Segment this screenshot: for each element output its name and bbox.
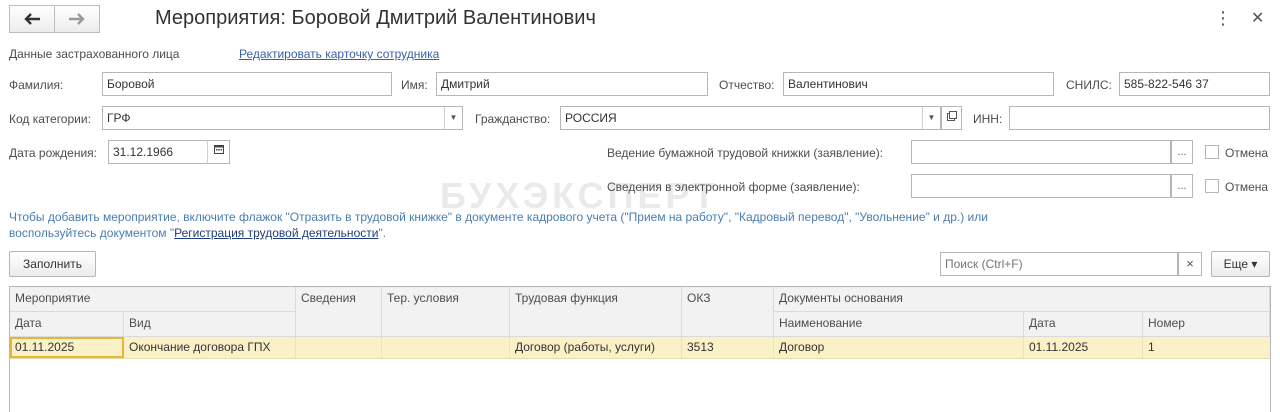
header-function[interactable]: Трудовая функция	[510, 287, 682, 337]
forward-button[interactable]	[54, 5, 100, 33]
category-select[interactable]: ГРФ ▼	[102, 106, 463, 130]
paper-book-select-button[interactable]: ...	[1171, 140, 1193, 164]
citizenship-label: Гражданство:	[475, 112, 551, 126]
header-okz[interactable]: ОКЗ	[682, 287, 774, 337]
header-territorial[interactable]: Тер. условия	[382, 287, 510, 337]
cell-okz[interactable]: 3513	[682, 337, 774, 358]
header-kind[interactable]: Вид	[124, 312, 296, 337]
electronic-form-cancel-label: Отмена	[1225, 180, 1269, 194]
fill-button[interactable]: Заполнить	[9, 251, 96, 277]
table-row[interactable]: 01.11.2025 Окончание договора ГПХ Догово…	[10, 337, 1270, 359]
category-value: ГРФ	[107, 111, 131, 125]
surname-field[interactable]: Боровой	[102, 72, 392, 96]
header-doc-date[interactable]: Дата	[1024, 312, 1143, 337]
inn-label: ИНН:	[973, 112, 1003, 126]
cell-date[interactable]: 01.11.2025	[10, 337, 124, 358]
name-field[interactable]: Дмитрий	[436, 72, 708, 96]
birth-date-field[interactable]: 31.12.1966	[108, 140, 230, 164]
citizenship-select[interactable]: РОССИЯ ▼	[560, 106, 941, 130]
more-button[interactable]: Еще ▾	[1211, 251, 1270, 277]
info-hint-text: Чтобы добавить мероприятие, включите фла…	[9, 210, 988, 240]
citizenship-value: РОССИЯ	[565, 111, 617, 125]
paper-book-cancel-checkbox[interactable]	[1205, 145, 1219, 159]
clear-search-button[interactable]: ×	[1178, 252, 1202, 276]
calendar-icon	[213, 145, 224, 154]
electronic-form-field[interactable]	[911, 174, 1171, 198]
header-group-documents: Документы основания	[774, 287, 1270, 312]
info-hint-tail: ".	[378, 226, 387, 240]
cell-doc-name[interactable]: Договор	[774, 337, 1024, 358]
birth-date-label: Дата рождения:	[9, 146, 97, 160]
patronymic-label: Отчество:	[719, 78, 775, 92]
paper-book-field[interactable]	[911, 140, 1171, 164]
header-date[interactable]: Дата	[10, 312, 124, 337]
patronymic-field[interactable]: Валентинович	[783, 72, 1054, 96]
snils-label: СНИЛС:	[1066, 78, 1112, 92]
cell-doc-date[interactable]: 01.11.2025	[1024, 337, 1143, 358]
calendar-button[interactable]	[207, 141, 229, 163]
electronic-form-cancel-checkbox[interactable]	[1205, 179, 1219, 193]
name-label: Имя:	[401, 78, 428, 92]
chevron-down-icon[interactable]: ▼	[922, 107, 940, 129]
inn-field[interactable]	[1009, 106, 1270, 130]
electronic-form-label: Сведения в электронной форме (заявление)…	[607, 180, 860, 194]
back-button[interactable]	[9, 5, 55, 33]
search-input[interactable]	[940, 252, 1178, 276]
registration-document-link[interactable]: Регистрация трудовой деятельности	[174, 226, 378, 240]
close-icon[interactable]: ✕	[1251, 8, 1264, 28]
birth-date-value: 31.12.1966	[113, 145, 174, 159]
header-doc-number[interactable]: Номер	[1143, 312, 1270, 337]
surname-label: Фамилия:	[9, 78, 64, 92]
insured-section-label: Данные застрахованного лица	[9, 47, 180, 61]
header-group-event: Мероприятие	[10, 287, 296, 312]
cell-info[interactable]	[296, 337, 382, 358]
info-hint: Чтобы добавить мероприятие, включите фла…	[9, 209, 1019, 241]
paper-book-cancel-label: Отмена	[1225, 146, 1269, 160]
paper-book-label: Ведение бумажной трудовой книжки (заявле…	[607, 146, 884, 160]
electronic-form-select-button[interactable]: ...	[1171, 174, 1193, 198]
header-info[interactable]: Сведения	[296, 287, 382, 337]
open-citizenship-button[interactable]	[941, 106, 962, 130]
arrow-left-icon	[24, 13, 40, 25]
more-menu-icon[interactable]: ⋮	[1214, 8, 1232, 29]
snils-field[interactable]: 585-822-546 37	[1119, 72, 1270, 96]
arrow-right-icon	[69, 13, 85, 25]
page-title: Мероприятия: Боровой Дмитрий Валентинови…	[155, 7, 596, 29]
category-label: Код категории:	[9, 112, 91, 126]
edit-employee-card-link[interactable]: Редактировать карточку сотрудника	[239, 47, 439, 61]
cell-territorial[interactable]	[382, 337, 510, 358]
header-doc-name[interactable]: Наименование	[774, 312, 1024, 337]
cell-kind[interactable]: Окончание договора ГПХ	[124, 337, 296, 358]
events-table: Мероприятие Дата Вид Сведения Тер. услов…	[9, 286, 1271, 412]
cell-doc-number[interactable]: 1	[1143, 337, 1270, 358]
open-in-window-icon	[946, 111, 957, 121]
chevron-down-icon[interactable]: ▼	[444, 107, 462, 129]
cell-function[interactable]: Договор (работы, услуги)	[510, 337, 682, 358]
